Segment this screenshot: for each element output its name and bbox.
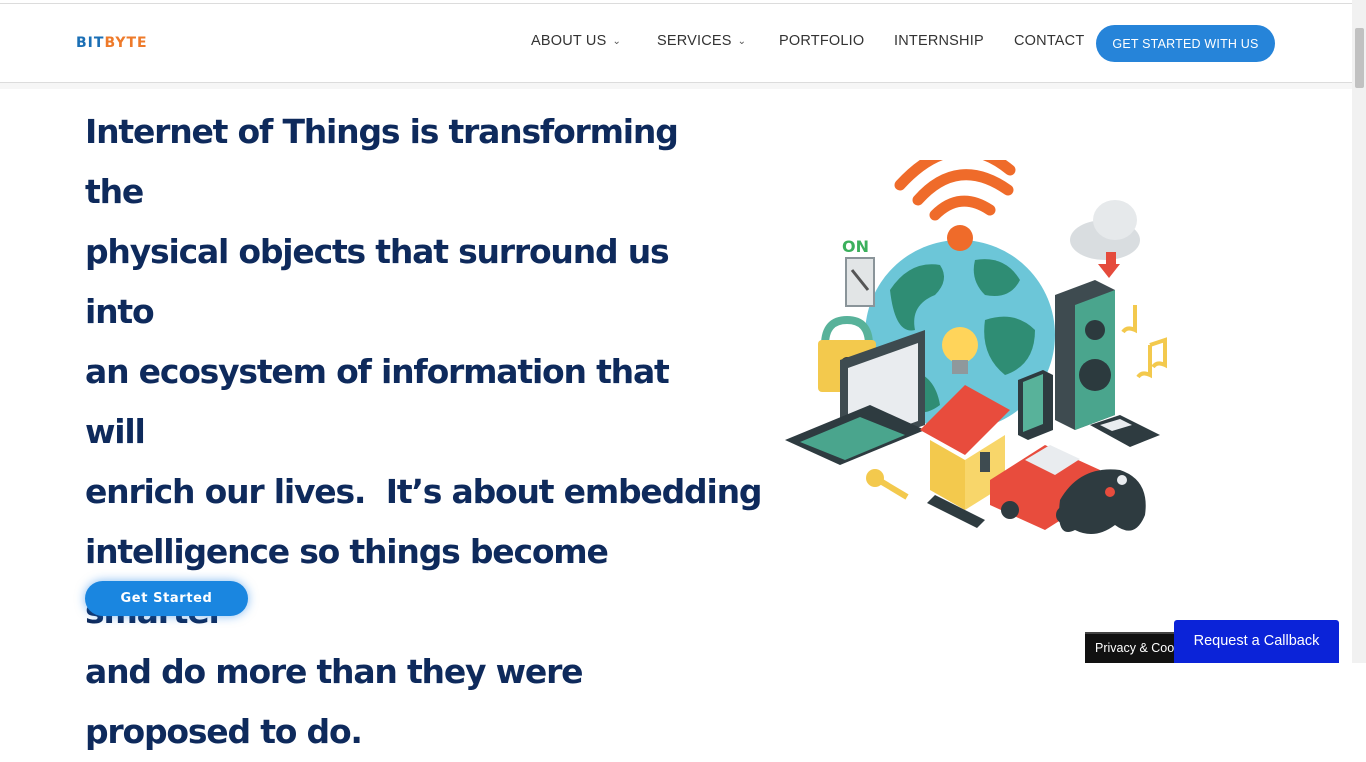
hero-line: proposed to do.	[85, 712, 363, 751]
nav-contact[interactable]: CONTACT	[1014, 33, 1084, 49]
hero-heading: Internet of Things is transforming the p…	[85, 102, 762, 762]
nav-about-us-label: ABOUT US	[531, 33, 607, 49]
switch-on-label: ON	[842, 237, 869, 256]
hero-line: an ecosystem of information that will	[85, 352, 670, 451]
smartphone-icon	[1018, 370, 1053, 440]
hero-line: Internet of Things is transforming the	[85, 112, 679, 211]
bitbyte-logo[interactable]: BITBYTE	[76, 35, 148, 51]
hero-line: and do more than they were	[85, 652, 584, 691]
wifi-icon	[894, 160, 1016, 251]
nav-services-label: SERVICES	[657, 33, 732, 49]
music-notes-icon	[1121, 305, 1167, 379]
header-shadow-strip	[0, 83, 1352, 89]
privacy-cookies-tab[interactable]: Privacy & Cookies	[1085, 632, 1180, 663]
page-scrollbar[interactable]	[1352, 0, 1366, 663]
nav-internship[interactable]: INTERNSHIP	[894, 33, 984, 49]
speaker-icon	[1055, 280, 1115, 430]
nav-about-us[interactable]: ABOUT US ⌄	[531, 33, 621, 49]
get-started-with-us-button[interactable]: GET STARTED WITH US	[1096, 25, 1275, 62]
light-switch-icon: ON	[842, 237, 875, 307]
iot-illustration: ON	[785, 160, 1167, 534]
key-icon	[866, 469, 909, 500]
nav-services[interactable]: SERVICES ⌄	[657, 33, 746, 49]
request-callback-button[interactable]: Request a Callback	[1174, 620, 1339, 663]
chevron-down-icon: ⌄	[612, 36, 622, 47]
get-started-button[interactable]: Get Started	[85, 581, 248, 616]
cloud-download-icon	[1070, 200, 1140, 278]
scrollbar-thumb[interactable]	[1355, 28, 1364, 88]
site-header: BITBYTE ABOUT US ⌄ SERVICES ⌄ PORTFOLIO IN…	[0, 3, 1352, 83]
hero-line: enrich our lives. It’s about embedding	[85, 472, 762, 511]
nav-portfolio[interactable]: PORTFOLIO	[779, 33, 864, 49]
logo-bit: BIT	[76, 35, 105, 51]
hero-line: physical objects that surround us into	[85, 232, 670, 331]
logo-byte: BYTE	[104, 35, 148, 51]
chevron-down-icon: ⌄	[737, 36, 747, 47]
